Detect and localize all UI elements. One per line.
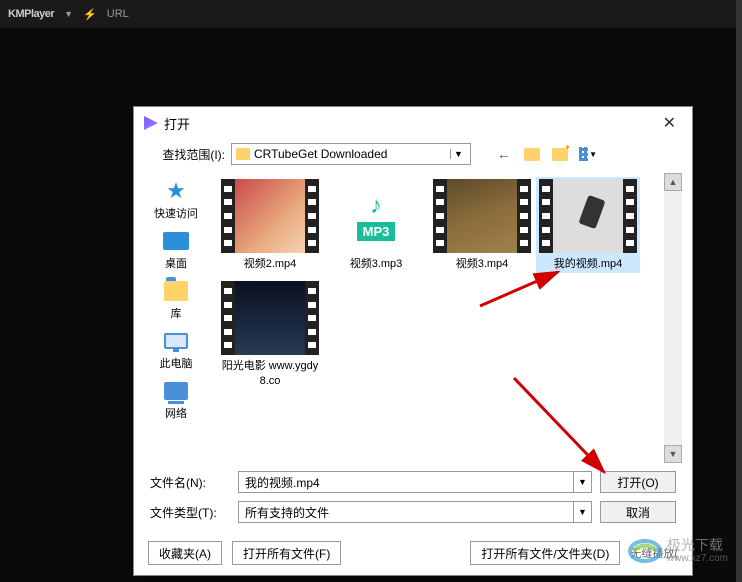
chevron-down-icon[interactable]: ▼ bbox=[573, 502, 591, 522]
url-label[interactable]: URL bbox=[107, 8, 129, 20]
filetype-input[interactable] bbox=[239, 502, 573, 522]
open-all-folder-button[interactable]: 打开所有文件/文件夹(D) bbox=[470, 541, 620, 565]
star-icon: ★ bbox=[162, 179, 190, 203]
dialog-title: 打开 bbox=[164, 114, 190, 133]
place-label: 此电脑 bbox=[160, 355, 193, 371]
folder-up-icon[interactable] bbox=[523, 145, 541, 163]
filename-input[interactable] bbox=[239, 472, 573, 492]
video-thumbnail bbox=[221, 179, 319, 253]
back-icon[interactable]: ← bbox=[495, 145, 513, 163]
dialog-bottom-buttons: 收藏夹(A) 打开所有文件(F) 打开所有文件/文件夹(D) 无缝播放( bbox=[134, 535, 692, 575]
current-folder: CRTubeGet Downloaded bbox=[254, 147, 387, 161]
app-topbar: KMPlayer ▼ ⚡ URL bbox=[0, 0, 742, 28]
cancel-button[interactable]: 取消 bbox=[600, 501, 676, 523]
new-folder-icon[interactable] bbox=[551, 145, 569, 163]
video-thumbnail bbox=[539, 179, 637, 253]
chevron-down-icon[interactable]: ▼ bbox=[573, 472, 591, 492]
place-label: 桌面 bbox=[165, 255, 187, 271]
play-icon bbox=[144, 116, 158, 130]
open-all-files-button[interactable]: 打开所有文件(F) bbox=[232, 541, 341, 565]
file-label: 我的视频.mp4 bbox=[554, 257, 622, 271]
place-label: 快速访问 bbox=[154, 205, 198, 221]
chevron-down-icon[interactable]: ▼ bbox=[64, 9, 73, 19]
filename-label: 文件名(N): bbox=[150, 474, 230, 491]
pc-icon bbox=[162, 329, 190, 353]
place-library[interactable]: 库 bbox=[162, 279, 190, 321]
place-quick-access[interactable]: ★ 快速访问 bbox=[154, 179, 198, 221]
watermark-logo-icon bbox=[627, 536, 663, 566]
chevron-down-icon[interactable]: ▼ bbox=[589, 150, 597, 159]
bolt-icon[interactable]: ⚡ bbox=[83, 8, 97, 21]
place-network[interactable]: 网络 bbox=[162, 379, 190, 421]
video-thumbnail bbox=[433, 179, 531, 253]
place-label: 库 bbox=[171, 305, 182, 321]
place-label: 网络 bbox=[165, 405, 187, 421]
place-desktop[interactable]: 桌面 bbox=[162, 229, 190, 271]
folder-icon bbox=[236, 148, 250, 160]
grid-icon bbox=[579, 147, 588, 161]
places-bar: ★ 快速访问 桌面 库 此电脑 网络 bbox=[144, 173, 208, 463]
mp3-badge: MP3 bbox=[357, 222, 396, 241]
open-button[interactable]: 打开(O) bbox=[600, 471, 676, 493]
close-icon[interactable]: ✕ bbox=[657, 113, 682, 133]
file-label: 视频3.mp3 bbox=[350, 257, 403, 271]
network-icon bbox=[162, 379, 190, 403]
nav-icons: ← ▼ bbox=[495, 145, 597, 163]
dialog-fields: 文件名(N): ▼ 打开(O) 文件类型(T): ▼ 取消 bbox=[134, 463, 692, 535]
lookin-row: 查找范围(I): CRTubeGet Downloaded ▼ ← ▼ bbox=[134, 139, 692, 169]
watermark-url: www.xz7.com bbox=[667, 553, 728, 565]
file-item-video3[interactable]: 视频3.mp4 bbox=[430, 177, 534, 273]
desktop-icon bbox=[162, 229, 190, 253]
file-label: 阳光电影 www.ygdy8.co bbox=[220, 359, 320, 388]
file-label: 视频3.mp4 bbox=[456, 257, 509, 271]
filetype-combo[interactable]: ▼ bbox=[238, 501, 592, 523]
file-item-video2[interactable]: 视频2.mp4 bbox=[218, 177, 322, 273]
view-menu[interactable]: ▼ bbox=[579, 145, 597, 163]
file-item-movie[interactable]: 阳光电影 www.ygdy8.co bbox=[218, 279, 322, 390]
lookin-label: 查找范围(I): bbox=[150, 146, 225, 163]
app-name: KMPlayer bbox=[8, 8, 54, 20]
filename-combo[interactable]: ▼ bbox=[238, 471, 592, 493]
right-edge-decoration bbox=[736, 0, 742, 582]
watermark-text: 极光下载 bbox=[667, 537, 728, 554]
scroll-down-button[interactable]: ▼ bbox=[664, 445, 682, 463]
filetype-label: 文件类型(T): bbox=[150, 504, 230, 521]
dialog-body: ★ 快速访问 桌面 库 此电脑 网络 ▲ ▼ bbox=[134, 169, 692, 463]
file-item-audio3[interactable]: ♪ MP3 视频3.mp3 bbox=[324, 177, 428, 273]
video-thumbnail bbox=[221, 281, 319, 355]
scroll-up-button[interactable]: ▲ bbox=[664, 173, 682, 191]
place-this-pc[interactable]: 此电脑 bbox=[160, 329, 193, 371]
chevron-down-icon[interactable]: ▼ bbox=[450, 149, 466, 159]
file-list[interactable]: ▲ ▼ 视频2.mp4 ♪ MP3 视频3.mp3 bbox=[216, 173, 682, 463]
music-note-icon: ♪ bbox=[370, 192, 382, 220]
folder-combo[interactable]: CRTubeGet Downloaded ▼ bbox=[231, 143, 471, 165]
open-file-dialog: 打开 ✕ 查找范围(I): CRTubeGet Downloaded ▼ ← ▼… bbox=[133, 106, 693, 576]
library-icon bbox=[162, 279, 190, 303]
audio-thumbnail: ♪ MP3 bbox=[327, 179, 425, 253]
favorites-button[interactable]: 收藏夹(A) bbox=[148, 541, 222, 565]
file-item-myvideo[interactable]: 我的视频.mp4 bbox=[536, 177, 640, 273]
file-label: 视频2.mp4 bbox=[244, 257, 297, 271]
watermark: 极光下载 www.xz7.com bbox=[627, 536, 728, 566]
dialog-titlebar: 打开 ✕ bbox=[134, 107, 692, 139]
